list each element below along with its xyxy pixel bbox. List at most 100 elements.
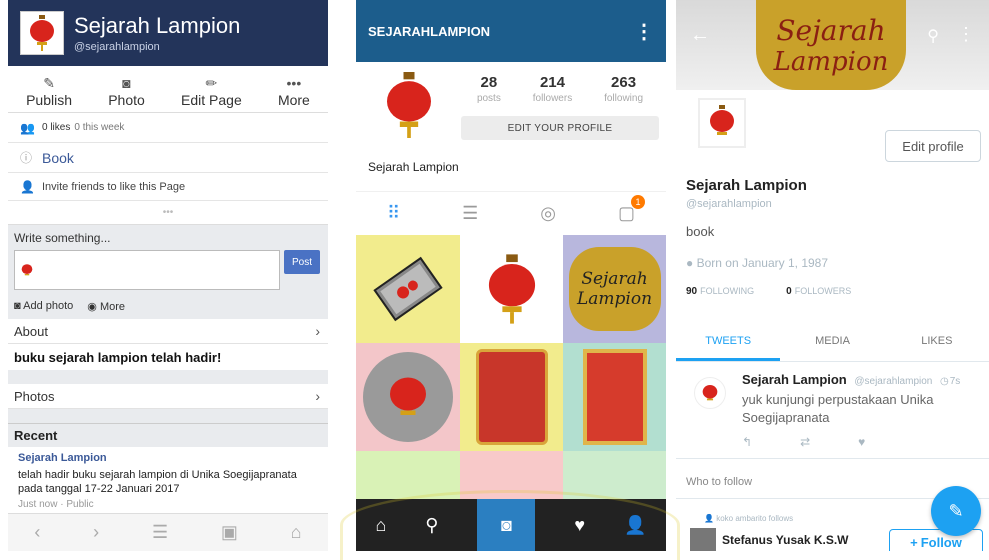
grid-view-icon[interactable]: ⠿ <box>387 203 400 224</box>
who-to-follow-label: Who to follow <box>686 476 753 488</box>
suggestion-name[interactable]: Stefanus Yusak K.S.W <box>722 533 849 547</box>
composer-label: Write something... <box>14 231 111 245</box>
fb-page-handle: @sejarahlampion <box>74 40 160 53</box>
overflow-menu-icon[interactable]: ⋮ <box>634 19 654 44</box>
camera-icon: ◙ <box>14 300 21 312</box>
composer-more-button[interactable]: ◉ More <box>87 300 125 313</box>
camera-icon[interactable]: ◙ <box>477 499 536 551</box>
following-stat[interactable]: 90 FOLLOWING <box>686 286 754 297</box>
search-icon[interactable]: ⚲ <box>927 26 939 46</box>
post-button[interactable]: Post <box>284 250 320 274</box>
tw-profile-tabs: TWEETS MEDIA LIKES <box>676 322 989 362</box>
tagged-photos-icon[interactable]: ▢ 1 <box>618 195 645 224</box>
post-meta: Just now · Public <box>18 499 94 510</box>
tweet-avatar[interactable] <box>694 377 726 409</box>
lantern-icon <box>21 264 33 276</box>
photo-tile[interactable] <box>563 343 666 451</box>
following-count: 90 <box>686 286 698 297</box>
activity-icon[interactable]: ♥ <box>574 515 585 536</box>
about-text: buku sejarah lampion telah hadir! <box>8 344 328 370</box>
posts-stat[interactable]: 28 posts <box>477 74 501 104</box>
compose-tweet-button[interactable]: ✎ <box>931 486 981 536</box>
post-author[interactable]: Sejarah Lampion <box>18 452 318 464</box>
following-label: FOLLOWING <box>700 286 755 296</box>
reply-icon[interactable]: ↰ <box>742 435 752 449</box>
followers-stat[interactable]: 214 followers <box>533 74 572 104</box>
tab-tweets[interactable]: TWEETS <box>676 322 781 361</box>
camera-icon: ◙ <box>122 75 131 91</box>
overflow-menu-icon[interactable]: ⋮ <box>957 24 975 45</box>
forward-icon[interactable]: › <box>93 522 99 543</box>
more-icon: ••• <box>286 75 302 91</box>
lantern-icon <box>387 72 431 138</box>
following-stat[interactable]: 263 following <box>604 74 643 104</box>
edit-profile-button[interactable]: EDIT YOUR PROFILE <box>461 116 659 140</box>
ig-avatar[interactable] <box>374 70 444 140</box>
chevron-right-icon: › <box>315 323 320 339</box>
about-section[interactable]: About › <box>8 319 328 344</box>
ig-view-tabs: ⠿ ☰ ◎ ▢ 1 <box>356 191 666 235</box>
search-icon[interactable]: ⚲ <box>425 515 438 536</box>
tab-media[interactable]: MEDIA <box>780 322 884 361</box>
follow-label: Follow <box>920 534 962 550</box>
list-view-icon[interactable]: ☰ <box>462 203 478 224</box>
fb-expand-dots[interactable]: ••• <box>8 201 328 225</box>
book-image <box>373 256 443 322</box>
post-card[interactable]: Sejarah Lampion telah hadir buku sejarah… <box>8 447 328 523</box>
followers-count: 0 <box>786 286 792 297</box>
add-photo-button[interactable]: ◙ Add photo <box>14 300 73 313</box>
followers-stat[interactable]: 0 FOLLOWERS <box>786 286 851 297</box>
fb-page-avatar[interactable] <box>20 11 64 55</box>
edit-profile-button[interactable]: Edit profile <box>885 130 981 162</box>
tweet[interactable]: Sejarah Lampion @sejarahlampion ◷7s yuk … <box>676 363 989 459</box>
fb-header: Sejarah Lampion @sejarahlampion <box>8 0 328 66</box>
photo-tile[interactable] <box>460 235 563 343</box>
retweet-icon[interactable]: ⇄ <box>800 435 810 449</box>
composer-input[interactable] <box>14 250 280 290</box>
fb-invite-row[interactable]: 👤 Invite friends to like this Page <box>8 173 328 201</box>
invite-label: Invite friends to like this Page <box>42 180 186 193</box>
tweet-text: yuk kunjungi perpustakaan Unika Soegijap… <box>742 392 934 425</box>
tab-likes[interactable]: LIKES <box>885 322 989 361</box>
add-photo-label: Add photo <box>23 300 74 312</box>
posts-count: 28 <box>480 74 498 91</box>
photo-tile[interactable] <box>356 343 460 451</box>
clock-icon: ◷ <box>939 376 949 387</box>
lantern-icon <box>702 385 718 401</box>
publish-button[interactable]: ✎ Publish <box>26 74 72 108</box>
chevron-right-icon: › <box>315 388 320 404</box>
home-icon[interactable]: ⌂ <box>375 515 386 536</box>
poster-image <box>475 349 548 445</box>
fb-category-row[interactable]: ⓘ Book <box>8 143 328 173</box>
tabs-icon[interactable]: ▣ <box>221 522 238 543</box>
profile-icon[interactable]: 👤 <box>624 515 646 536</box>
location-icon[interactable]: ◎ <box>540 203 556 224</box>
photo-button[interactable]: ◙ Photo <box>108 74 145 108</box>
publish-label: Publish <box>26 92 73 108</box>
photo-tile[interactable] <box>460 343 563 451</box>
menu-icon[interactable]: ☰ <box>152 522 168 543</box>
tweet-actions: ↰ ⇄ ♥ <box>742 435 865 449</box>
like-icon[interactable]: ♥ <box>858 435 865 449</box>
back-icon[interactable]: ‹ <box>34 522 40 543</box>
post-text: telah hadir buku sejarah lampion di Unik… <box>18 469 297 495</box>
twitter-panel: Sejarah Lampion ← ⚲ ⋮ Edit profile Sejar… <box>676 0 989 551</box>
photo-tile[interactable] <box>356 235 460 343</box>
home-icon[interactable]: ⌂ <box>291 522 302 543</box>
add-person-icon: 👤 <box>20 179 35 194</box>
page-category: Book <box>42 149 74 166</box>
scroll-image <box>582 349 647 445</box>
tw-avatar[interactable] <box>698 98 746 148</box>
back-arrow-icon[interactable]: ← <box>690 24 710 47</box>
ig-bottom-nav: ⌂ ⚲ ◙ ♥ 👤 <box>356 499 666 551</box>
banner-logo: Sejarah Lampion <box>756 0 906 90</box>
edit-page-label: Edit Page <box>181 92 242 108</box>
suggestion-avatar[interactable] <box>690 528 716 551</box>
edit-page-button[interactable]: ✏ Edit Page <box>181 74 242 108</box>
photos-section[interactable]: Photos › <box>8 384 328 409</box>
tweet-header: Sejarah Lampion @sejarahlampion ◷7s <box>742 372 960 387</box>
photo-tile[interactable]: Sejarah Lampion <box>563 235 666 343</box>
more-button[interactable]: ••• More <box>278 74 310 108</box>
ig-display-name: Sejarah Lampion <box>368 160 459 174</box>
followers-label: followers <box>532 93 573 104</box>
